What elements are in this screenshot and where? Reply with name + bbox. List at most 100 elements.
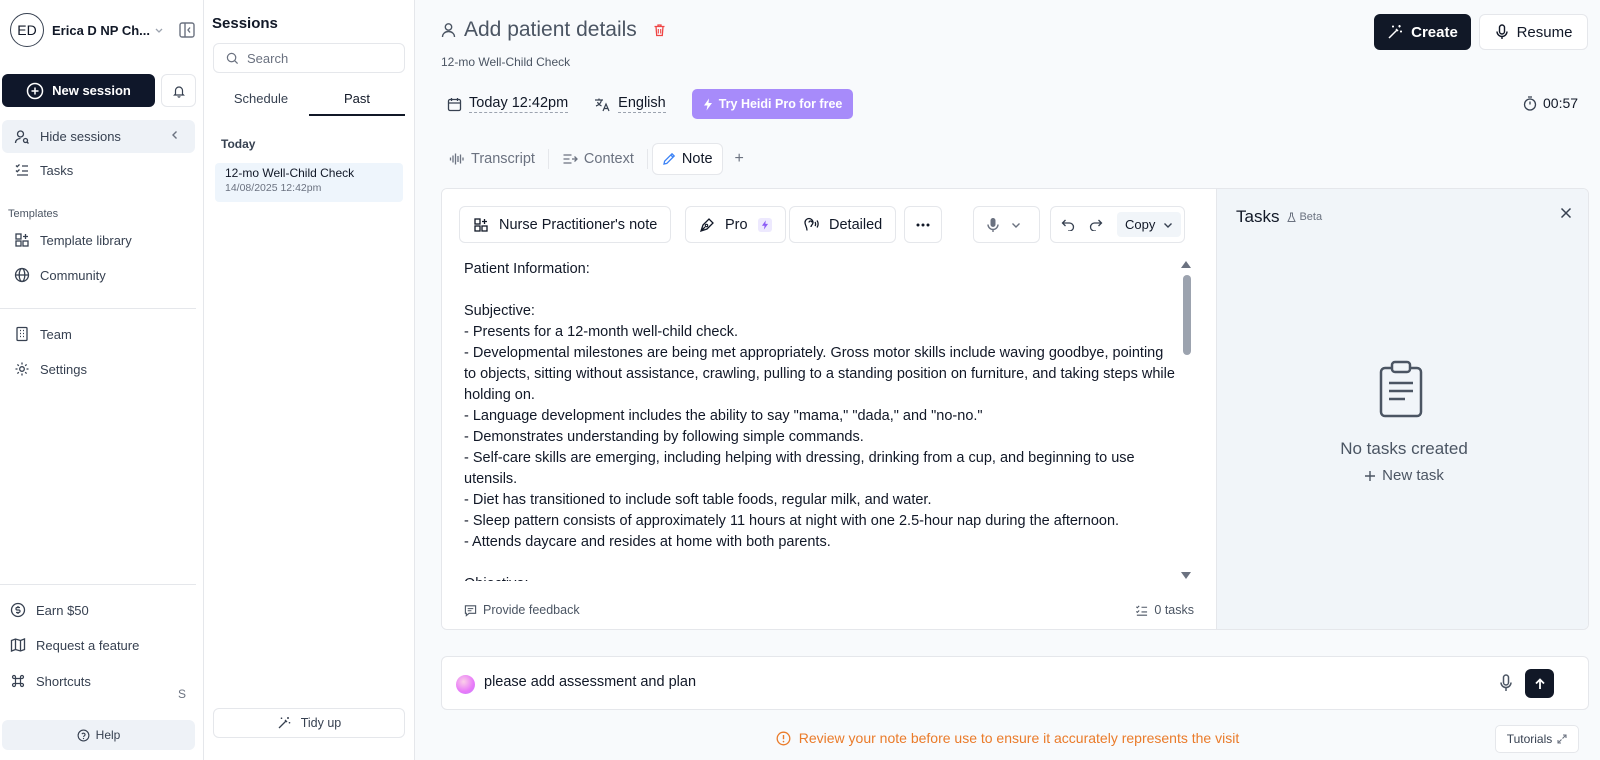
alert-circle-icon bbox=[776, 731, 791, 746]
tasks-count[interactable]: 0 tasks bbox=[1135, 603, 1194, 617]
note-content[interactable]: Patient Information: Subjective: - Presen… bbox=[464, 259, 1176, 581]
warning-text: Review your note before use to ensure it… bbox=[798, 730, 1240, 746]
building-icon bbox=[14, 326, 30, 342]
timer-value: 00:57 bbox=[1543, 95, 1579, 111]
session-date: 14/08/2025 12:42pm bbox=[225, 182, 322, 194]
redo-icon[interactable] bbox=[1089, 219, 1103, 231]
new-task-button[interactable]: New task bbox=[1217, 467, 1588, 484]
sidebar-item-label: Earn $50 bbox=[36, 602, 89, 618]
pro-button[interactable]: Pro bbox=[685, 206, 786, 243]
provide-feedback-button[interactable]: Provide feedback bbox=[464, 603, 580, 617]
sidebar-item-label: Settings bbox=[40, 361, 87, 377]
add-tab-button[interactable]: + bbox=[723, 150, 756, 168]
calendar-icon bbox=[447, 97, 462, 112]
tab-schedule[interactable]: Schedule bbox=[213, 88, 309, 116]
user-search-icon bbox=[14, 129, 30, 145]
try-pro-button[interactable]: Try Heidi Pro for free bbox=[691, 89, 854, 119]
language-select[interactable]: English bbox=[594, 95, 666, 113]
hide-sessions-button[interactable]: Hide sessions bbox=[2, 120, 195, 153]
sidebar-item-team[interactable]: Team bbox=[14, 326, 72, 342]
user-menu[interactable]: ED Erica D NP Ch... bbox=[10, 13, 196, 47]
tutorials-button[interactable]: Tutorials bbox=[1495, 725, 1579, 753]
scrollbar[interactable] bbox=[1180, 261, 1192, 579]
detail-level-button[interactable]: Detailed bbox=[789, 206, 897, 243]
page-title[interactable]: Add patient details bbox=[441, 18, 666, 42]
session-subtitle: 12-mo Well-Child Check bbox=[441, 55, 571, 69]
notifications-button[interactable] bbox=[161, 74, 196, 107]
session-item[interactable]: 12-mo Well-Child Check 14/08/2025 12:42p… bbox=[215, 163, 403, 202]
edit-actions-group: Copy bbox=[1050, 206, 1185, 243]
sidebar-item-template-library[interactable]: Template library bbox=[14, 232, 132, 248]
note-card: Nurse Practitioner's note Pro Detailed C… bbox=[441, 188, 1589, 630]
sessions-tabs: Schedule Past bbox=[213, 88, 405, 116]
send-button[interactable] bbox=[1525, 669, 1554, 698]
close-icon[interactable] bbox=[1560, 207, 1572, 219]
divider bbox=[0, 308, 196, 309]
beta-badge: Beta bbox=[1287, 211, 1322, 223]
note-line: Objective: bbox=[464, 574, 1176, 581]
datetime-picker[interactable]: Today 12:42pm bbox=[447, 95, 569, 113]
magic-wand-icon bbox=[277, 716, 291, 730]
dollar-circle-icon bbox=[10, 602, 26, 618]
templates-section-label: Templates bbox=[8, 208, 59, 220]
undo-icon[interactable] bbox=[1061, 219, 1075, 231]
tidy-up-label: Tidy up bbox=[300, 716, 342, 730]
trash-icon[interactable] bbox=[653, 23, 666, 37]
sidebar-item-request-feature[interactable]: Request a feature bbox=[10, 637, 139, 653]
feedback-icon bbox=[464, 604, 477, 617]
empty-state-text: No tasks created bbox=[1340, 439, 1468, 458]
copy-button[interactable]: Copy bbox=[1117, 212, 1182, 237]
sidebar-item-earn[interactable]: Earn $50 bbox=[10, 602, 89, 618]
tab-context[interactable]: Context bbox=[553, 143, 643, 175]
sidebar-item-settings[interactable]: Settings bbox=[14, 361, 87, 377]
resume-button[interactable]: Resume bbox=[1479, 14, 1588, 50]
resume-label: Resume bbox=[1516, 23, 1573, 41]
lightning-icon bbox=[757, 217, 772, 232]
sidebar-item-label: Tasks bbox=[40, 162, 74, 178]
sidebar-item-shortcuts[interactable]: Shortcuts bbox=[10, 673, 91, 689]
tab-label: Transcript bbox=[471, 151, 535, 167]
dictation-button[interactable] bbox=[973, 206, 1040, 243]
pro-label: Pro bbox=[725, 216, 748, 233]
search-placeholder: Search bbox=[247, 50, 289, 66]
sidebar-collapse-icon[interactable] bbox=[178, 21, 196, 39]
sidebar-item-label: Shortcuts bbox=[36, 673, 91, 689]
template-icon bbox=[473, 217, 489, 233]
tab-past[interactable]: Past bbox=[309, 88, 405, 116]
beta-label: Beta bbox=[1299, 211, 1323, 223]
search-input[interactable]: Search bbox=[213, 43, 405, 73]
template-select-button[interactable]: Nurse Practitioner's note bbox=[459, 206, 672, 243]
tab-note[interactable]: Note bbox=[651, 143, 723, 175]
create-button[interactable]: Create bbox=[1374, 14, 1471, 50]
bell-icon bbox=[172, 84, 186, 98]
more-options-button[interactable] bbox=[904, 206, 942, 243]
shortcut-key: S bbox=[178, 687, 187, 701]
session-title: 12-mo Well-Child Check bbox=[225, 166, 355, 180]
note-line bbox=[464, 553, 1176, 574]
new-session-button[interactable]: New session bbox=[2, 74, 155, 107]
sidebar-item-community[interactable]: Community bbox=[14, 267, 106, 283]
pen-icon bbox=[662, 152, 676, 166]
datetime-value: Today 12:42pm bbox=[469, 95, 569, 113]
search-icon bbox=[226, 52, 239, 65]
ask-input[interactable]: please add assessment and plan bbox=[484, 674, 696, 690]
tasks-header: Tasks Beta bbox=[1236, 207, 1322, 227]
translate-icon bbox=[594, 97, 611, 112]
note-line: - Diet has transitioned to include soft … bbox=[464, 492, 932, 508]
note-line: Subjective: bbox=[464, 303, 535, 319]
feedback-label: Provide feedback bbox=[483, 603, 580, 617]
ear-icon bbox=[803, 217, 819, 233]
tab-transcript[interactable]: Transcript bbox=[440, 143, 544, 175]
tidy-up-button[interactable]: Tidy up bbox=[213, 708, 405, 738]
microphone-icon[interactable] bbox=[1499, 674, 1513, 692]
help-button[interactable]: Help bbox=[2, 720, 195, 750]
ask-input-bar[interactable]: please add assessment and plan bbox=[441, 656, 1589, 710]
flask-icon bbox=[1287, 212, 1297, 223]
checklist-icon bbox=[14, 162, 30, 178]
note-line: - Attends daycare and resides at home wi… bbox=[464, 534, 831, 550]
sidebar-item-label: Community bbox=[40, 267, 106, 283]
command-icon bbox=[10, 673, 26, 689]
sidebar-item-label: Team bbox=[40, 326, 72, 342]
scrollbar-thumb[interactable] bbox=[1183, 275, 1191, 355]
sidebar-item-tasks[interactable]: Tasks bbox=[14, 162, 73, 178]
